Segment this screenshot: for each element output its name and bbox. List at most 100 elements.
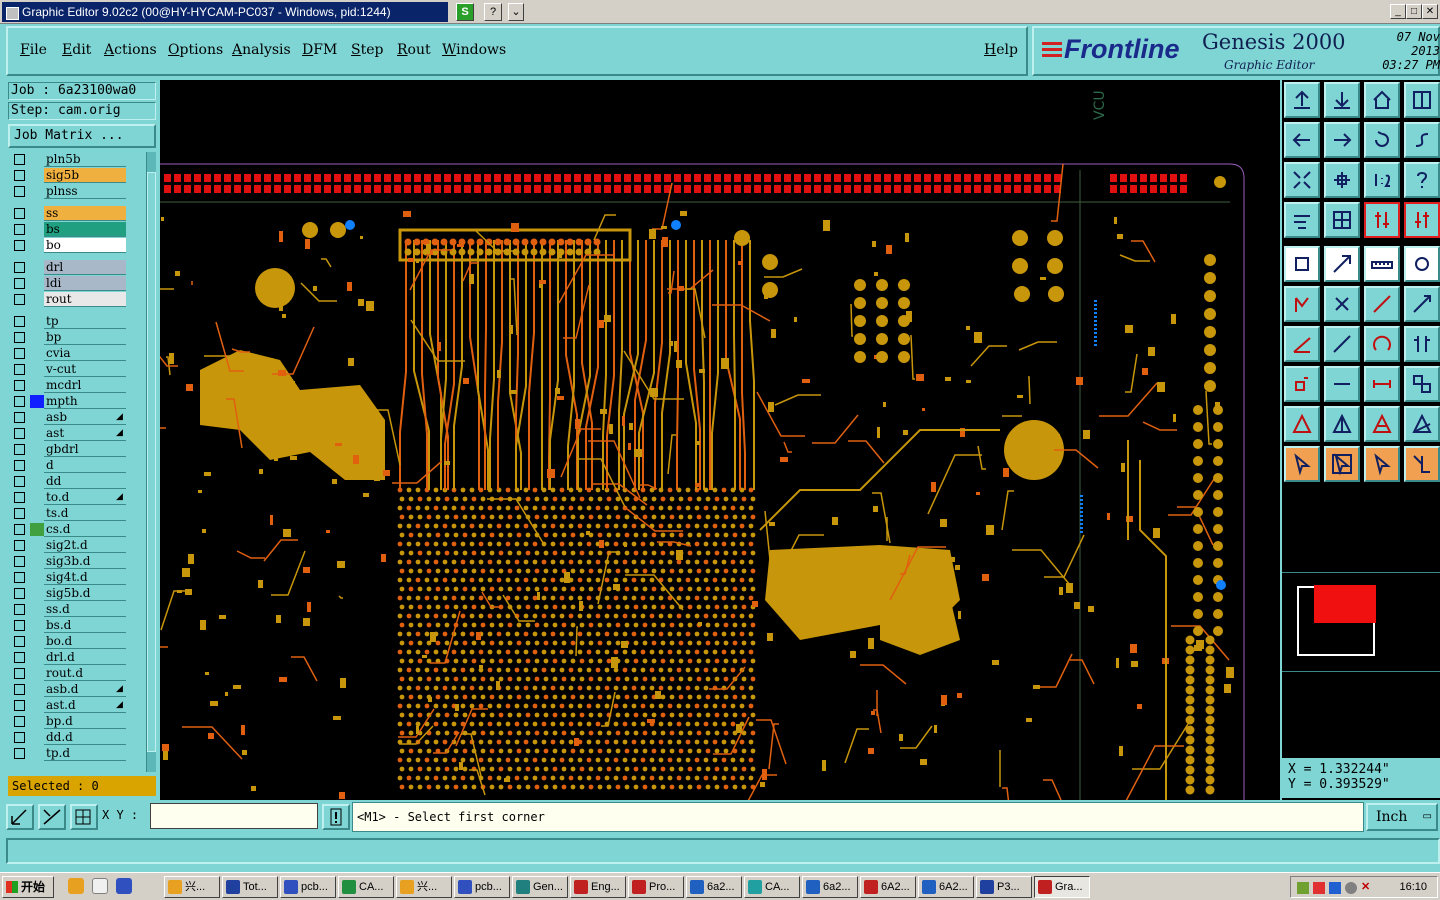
window-icon[interactable] — [1404, 82, 1440, 118]
pad-move-icon[interactable] — [1284, 366, 1320, 402]
taskbar-task[interactable]: CA... — [744, 876, 800, 898]
layer-checkbox[interactable] — [14, 668, 25, 679]
layer-name[interactable]: to.d — [44, 490, 126, 505]
layer-checkbox[interactable] — [14, 294, 25, 305]
layer-checkbox[interactable] — [14, 170, 25, 181]
layer-row[interactable]: v-cut — [8, 362, 132, 377]
snap-icon[interactable] — [6, 804, 34, 830]
layer-row[interactable]: ast.d ◢ — [8, 698, 132, 713]
layer-checkbox[interactable] — [14, 186, 25, 197]
circle-pad-icon[interactable] — [1404, 246, 1440, 282]
layer-checkbox[interactable] — [14, 748, 25, 759]
slider-red2-icon[interactable] — [1404, 202, 1440, 238]
tray-x-icon[interactable]: ✕ — [1361, 877, 1370, 897]
layer-row[interactable]: pln5b — [8, 152, 132, 167]
layer-row[interactable]: cvia — [8, 346, 132, 361]
tray-app-icon[interactable] — [1297, 882, 1309, 894]
tray-network-icon[interactable] — [1329, 882, 1341, 894]
menu-dfm[interactable]: DFM — [302, 42, 337, 58]
pointer-circle-icon[interactable] — [1364, 446, 1400, 482]
menu-file[interactable]: File — [20, 42, 47, 58]
menu-help[interactable]: Help — [984, 42, 1018, 58]
layer-row[interactable]: rout.d — [8, 666, 132, 681]
layer-row[interactable]: to.d ◢ — [8, 490, 132, 505]
taskbar-task[interactable]: 6a2... — [802, 876, 858, 898]
layer-row[interactable]: ldi — [8, 276, 132, 291]
layer-name[interactable]: asb.d — [44, 682, 126, 697]
layer-checkbox[interactable] — [14, 700, 25, 711]
layer-checkbox[interactable] — [14, 620, 25, 631]
pointer-multi-icon[interactable] — [1404, 446, 1440, 482]
line-icon[interactable] — [1324, 326, 1360, 362]
layer-row[interactable]: plnss — [8, 184, 132, 199]
close-button[interactable]: ✕ — [1422, 4, 1438, 19]
pointer-box-icon[interactable] — [1324, 446, 1360, 482]
layer-name[interactable]: ldi — [44, 276, 126, 291]
taskbar-task[interactable]: Gra... — [1034, 876, 1090, 898]
layer-name[interactable]: v-cut — [44, 362, 126, 377]
maximize-button[interactable]: □ — [1406, 4, 1422, 19]
one-to-two-icon[interactable] — [1364, 162, 1400, 198]
menu-rout[interactable]: Rout — [397, 42, 431, 58]
taskbar-task[interactable]: P3... — [976, 876, 1032, 898]
wrench-icon[interactable] — [1284, 202, 1320, 238]
taskbar-task[interactable]: CA... — [338, 876, 394, 898]
layer-checkbox[interactable] — [14, 492, 25, 503]
layer-name[interactable]: sig5b.d — [44, 586, 126, 601]
s-curve-icon[interactable] — [1404, 122, 1440, 158]
tray-alert-icon[interactable] — [1313, 882, 1325, 894]
layer-name[interactable]: bp — [44, 330, 126, 345]
minimize-button[interactable]: _ — [1390, 4, 1406, 19]
help-question-button[interactable]: ? — [484, 3, 502, 21]
layer-row[interactable]: sig5b.d — [8, 586, 132, 601]
layer-checkbox[interactable] — [14, 716, 25, 727]
layer-name[interactable]: ts.d — [44, 506, 126, 521]
layer-checkbox[interactable] — [14, 262, 25, 273]
overview-window[interactable] — [1282, 572, 1440, 672]
layer-row[interactable]: sig3b.d — [8, 554, 132, 569]
layer-row[interactable]: asb ◢ — [8, 410, 132, 425]
layer-row[interactable]: mcdrl — [8, 378, 132, 393]
draw-icon[interactable] — [1324, 246, 1360, 282]
triangle4-icon[interactable] — [1404, 406, 1440, 442]
taskbar-task[interactable]: 兴... — [396, 876, 452, 898]
layer-row[interactable]: mpth — [8, 394, 132, 409]
layer-name[interactable]: bo — [44, 238, 126, 253]
layer-name[interactable]: ast.d — [44, 698, 126, 713]
layer-checkbox[interactable] — [14, 428, 25, 439]
layer-name[interactable]: pln5b — [44, 152, 126, 167]
taskbar-task[interactable]: 6A2... — [918, 876, 974, 898]
layer-name[interactable]: dd — [44, 474, 126, 489]
layer-checkbox[interactable] — [14, 652, 25, 663]
layer-checkbox[interactable] — [14, 316, 25, 327]
layer-checkbox[interactable] — [14, 444, 25, 455]
connect2-icon[interactable] — [1404, 286, 1440, 322]
layer-checkbox[interactable] — [14, 732, 25, 743]
cross-icon[interactable] — [1324, 286, 1360, 322]
triangle-icon[interactable] — [1284, 406, 1320, 442]
layer-checkbox[interactable] — [14, 460, 25, 471]
triangle2-icon[interactable] — [1324, 406, 1360, 442]
start-button[interactable]: 开始 — [2, 876, 54, 898]
layer-checkbox[interactable] — [14, 556, 25, 567]
menu-windows[interactable]: Windows — [442, 42, 506, 58]
layer-row[interactable]: asb.d ◢ — [8, 682, 132, 697]
layer-row[interactable]: tp.d — [8, 746, 132, 761]
layer-name[interactable]: bs.d — [44, 618, 126, 633]
connect-icon[interactable] — [1364, 286, 1400, 322]
layer-name[interactable]: dd.d — [44, 730, 126, 745]
menu-edit[interactable]: Edit — [62, 42, 91, 58]
layer-name[interactable]: rout.d — [44, 666, 126, 681]
layer-row[interactable]: ts.d — [8, 506, 132, 521]
layer-checkbox[interactable] — [14, 396, 25, 407]
layer-row[interactable]: sig2t.d — [8, 538, 132, 553]
layer-checkbox[interactable] — [14, 572, 25, 583]
angle-icon[interactable] — [1284, 326, 1320, 362]
layer-name[interactable]: sig3b.d — [44, 554, 126, 569]
layer-checkbox[interactable] — [14, 508, 25, 519]
dimension-icon[interactable] — [1364, 366, 1400, 402]
layer-row[interactable]: drl — [8, 260, 132, 275]
layer-name[interactable]: tp — [44, 314, 126, 329]
net-icon[interactable] — [1284, 286, 1320, 322]
s-button[interactable]: S — [456, 3, 474, 21]
